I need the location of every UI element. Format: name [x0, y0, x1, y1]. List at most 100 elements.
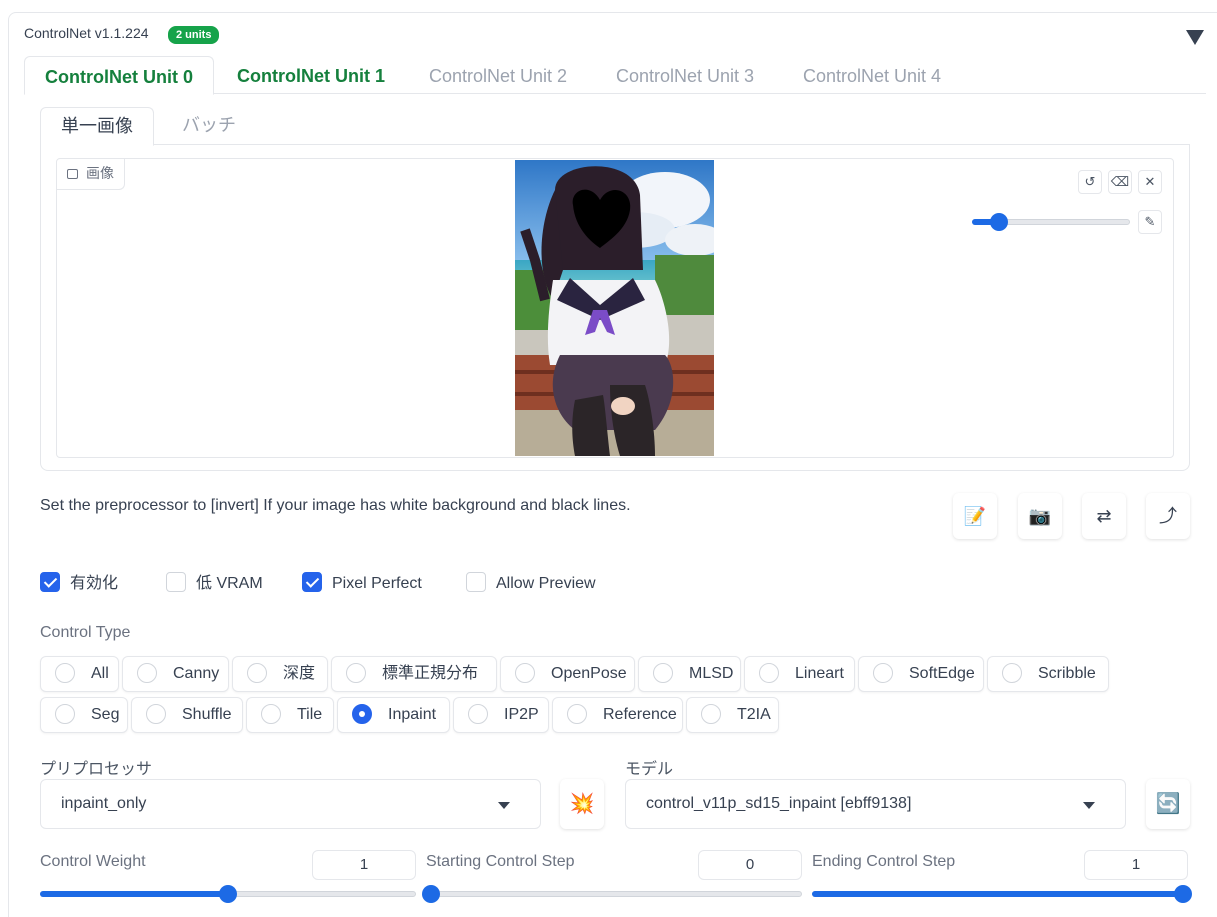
model-label: モデル	[625, 759, 674, 778]
control-weight-thumb[interactable]	[219, 885, 237, 903]
starting-step-slider[interactable]	[426, 891, 802, 897]
control-type-scribble[interactable]: Scribble	[987, 656, 1109, 692]
low-vram-label: 低 VRAM	[196, 575, 263, 592]
radio-label: SoftEdge	[909, 665, 975, 682]
radio-label: 深度	[283, 665, 316, 682]
radio-dot	[55, 704, 75, 724]
radio-dot	[146, 704, 166, 724]
swap-icon[interactable]: ⇄	[1082, 493, 1126, 539]
radio-dot	[261, 704, 281, 724]
image-label-text: 画像	[86, 166, 114, 182]
units-badge: 2 units	[168, 26, 220, 44]
radio-label: 標準正規分布	[382, 665, 479, 682]
tab-unit-1[interactable]: ControlNet Unit 1	[237, 56, 385, 95]
tab-unit-3[interactable]: ControlNet Unit 3	[616, 56, 754, 95]
control-type-canny[interactable]: Canny	[122, 656, 229, 692]
pixel-perfect-label: Pixel Perfect	[332, 575, 422, 592]
radio-dot	[1002, 663, 1022, 683]
radio-dot	[247, 663, 267, 683]
low-vram-checkbox[interactable]: 低 VRAM	[166, 572, 263, 594]
enable-checkbox[interactable]: 有効化	[40, 572, 118, 594]
radio-dot	[468, 704, 488, 724]
model-value: control_v11p_sd15_inpaint [ebff9138]	[646, 795, 912, 812]
send-icon[interactable]: ⤴	[1146, 493, 1190, 539]
control-type-tile[interactable]: Tile	[246, 697, 334, 733]
radio-dot	[759, 663, 779, 683]
radio-label: IP2P	[504, 706, 539, 723]
control-weight-input[interactable]: 1	[312, 850, 416, 880]
control-type-seg[interactable]: Seg	[40, 697, 128, 733]
control-type-label: Control Type	[40, 624, 131, 641]
collapse-triangle-icon[interactable]	[1186, 30, 1204, 45]
radio-dot	[873, 663, 893, 683]
tab-batch[interactable]: バッチ	[182, 107, 236, 146]
preprocessor-select[interactable]: inpaint_only	[40, 779, 541, 829]
starting-step-thumb[interactable]	[422, 885, 440, 903]
radio-dot	[515, 663, 535, 683]
control-type-t2ia[interactable]: T2IA	[686, 697, 779, 733]
brush-size-thumb[interactable]	[990, 213, 1008, 231]
tab-single-image[interactable]: 単一画像	[40, 107, 154, 146]
radio-label: OpenPose	[551, 665, 627, 682]
ending-step-input[interactable]: 1	[1084, 850, 1188, 880]
run-preprocessor-icon[interactable]: 💥	[560, 779, 604, 829]
control-type-normal[interactable]: 標準正規分布	[331, 656, 497, 692]
tab-unit-2[interactable]: ControlNet Unit 2	[429, 56, 567, 95]
control-type-reference[interactable]: Reference	[552, 697, 683, 733]
undo-icon[interactable]: ↺	[1078, 170, 1102, 194]
radio-label: All	[91, 665, 109, 682]
radio-dot	[55, 663, 75, 683]
enable-checkbox-box[interactable]	[40, 572, 60, 592]
image-label: 画像	[57, 159, 125, 190]
control-type-ip2p[interactable]: IP2P	[453, 697, 549, 733]
preprocessor-value: inpaint_only	[61, 795, 147, 812]
allow-preview-checkbox[interactable]: Allow Preview	[466, 572, 596, 594]
radio-dot	[653, 663, 673, 683]
brush-icon[interactable]: ✎	[1138, 210, 1162, 234]
unit-tabs: ControlNet Unit 0 ControlNet Unit 1 Cont…	[24, 56, 1206, 95]
control-type-openpose[interactable]: OpenPose	[500, 656, 635, 692]
radio-dot	[346, 663, 366, 683]
radio-label: Shuffle	[182, 706, 232, 723]
panel-title[interactable]: ControlNet v1.1.224	[24, 25, 149, 41]
low-vram-checkbox-box[interactable]	[166, 572, 186, 592]
radio-label: T2IA	[737, 706, 771, 723]
tab-unit-0[interactable]: ControlNet Unit 0	[24, 56, 214, 95]
pixel-perfect-checkbox-box[interactable]	[302, 572, 322, 592]
radio-dot	[137, 663, 157, 683]
camera-icon[interactable]: 📷	[1018, 493, 1062, 539]
refresh-models-icon[interactable]: 🔄	[1146, 779, 1190, 829]
control-type-depth[interactable]: 深度	[232, 656, 328, 692]
radio-label: MLSD	[689, 665, 734, 682]
starting-step-input[interactable]: 0	[698, 850, 802, 880]
radio-label: Reference	[603, 706, 677, 723]
allow-preview-label: Allow Preview	[496, 575, 596, 592]
radio-label: Lineart	[795, 665, 844, 682]
radio-label: Inpaint	[388, 706, 437, 723]
allow-preview-checkbox-box[interactable]	[466, 572, 486, 592]
control-type-mlsd[interactable]: MLSD	[638, 656, 741, 692]
edit-notes-icon[interactable]: 📝	[953, 493, 997, 539]
radio-dot	[701, 704, 721, 724]
preprocessor-hint: Set the preprocessor to [invert] If your…	[40, 497, 631, 514]
radio-dot	[567, 704, 587, 724]
control-type-softedge[interactable]: SoftEdge	[858, 656, 984, 692]
ending-step-thumb[interactable]	[1174, 885, 1192, 903]
control-type-lineart[interactable]: Lineart	[744, 656, 855, 692]
radio-label: Canny	[173, 665, 220, 682]
control-type-inpaint[interactable]: Inpaint	[337, 697, 450, 733]
chevron-down-icon	[1083, 802, 1095, 809]
ending-step-label: Ending Control Step	[812, 853, 956, 870]
model-select[interactable]: control_v11p_sd15_inpaint [ebff9138]	[625, 779, 1126, 829]
radio-label: Seg	[91, 706, 120, 723]
control-type-all[interactable]: All	[40, 656, 119, 692]
eraser-icon[interactable]: ⌫	[1108, 170, 1132, 194]
close-icon[interactable]: ✕	[1138, 170, 1162, 194]
control-type-shuffle[interactable]: Shuffle	[131, 697, 243, 733]
tab-unit-4[interactable]: ControlNet Unit 4	[803, 56, 941, 95]
radio-label: Tile	[297, 706, 323, 723]
pixel-perfect-checkbox[interactable]: Pixel Perfect	[302, 572, 422, 594]
uploaded-image[interactable]	[515, 160, 714, 456]
image-icon	[67, 169, 78, 179]
radio-dot-selected	[352, 704, 372, 724]
